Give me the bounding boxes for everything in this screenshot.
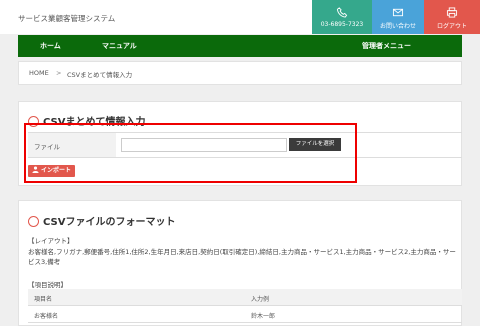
items-table: 項目名 入力例 お客様名 鈴木一郎 [28, 289, 462, 323]
app-title: サービス業顧客管理システム [18, 14, 116, 23]
mail-icon [392, 8, 404, 17]
nav-item-admin-menu[interactable]: 管理者メニュー [362, 41, 411, 51]
logout-button[interactable]: ログアウト [424, 0, 480, 34]
table-cell: 鈴木一郎 [251, 313, 276, 320]
phone-number: 03-6895-7323 [320, 21, 364, 28]
nav-item-manual[interactable]: マニュアル [102, 41, 137, 51]
nav-item-home[interactable]: ホーム [40, 41, 61, 51]
top-header: サービス業顧客管理システム 03-6895-7323 お問い合わせ ログアウト [0, 0, 480, 34]
layout-text: お客様名,フリガナ,郵便番号,住所1,住所2,生年月日,来店日,契約日(取引確定… [28, 248, 456, 266]
table-header-row: 項目名 入力例 [28, 289, 462, 306]
breadcrumb: HOME > CSVまとめて情報入力 [18, 61, 462, 85]
format-section-title: CSVファイルのフォーマット [28, 213, 175, 228]
contact-label: お問い合わせ [379, 23, 416, 30]
table-header-cell: 項目名 [34, 296, 53, 303]
phone-icon [336, 7, 348, 18]
csv-format-panel: CSVファイルのフォーマット 【レイアウト】 お客様名,フリガナ,郵便番号,住所… [18, 200, 462, 326]
logout-label: ログアウト [436, 23, 467, 30]
items-heading: 【項目説明】 [28, 281, 67, 289]
phone-button[interactable]: 03-6895-7323 [312, 0, 372, 34]
printer-icon [446, 7, 458, 18]
contact-button[interactable]: お問い合わせ [372, 0, 424, 34]
breadcrumb-separator: > [56, 69, 62, 77]
breadcrumb-current: CSVまとめて情報入力 [67, 71, 133, 79]
circle-bullet-icon [28, 216, 39, 227]
breadcrumb-home-link[interactable]: HOME [29, 69, 49, 77]
table-row: お客様名 鈴木一郎 [28, 306, 462, 323]
format-section-title-text: CSVファイルのフォーマット [43, 217, 176, 228]
table-header-cell: 入力例 [251, 296, 270, 303]
main-nav: ホーム マニュアル 管理者メニュー [18, 35, 462, 57]
layout-heading: 【レイアウト】 [28, 237, 74, 245]
highlight-box [24, 123, 357, 183]
table-cell: お客様名 [34, 313, 59, 320]
